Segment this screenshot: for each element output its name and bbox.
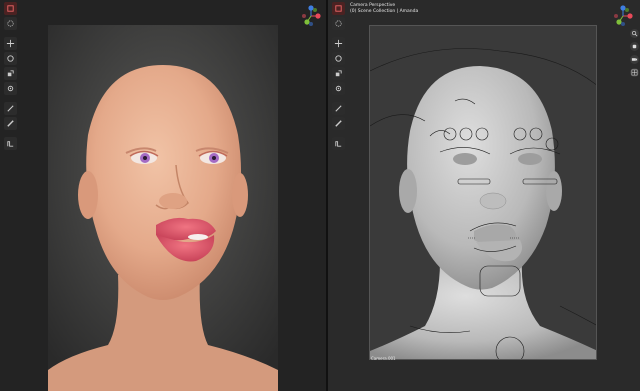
- cursor-icon: [335, 20, 342, 27]
- measure-icon: [335, 120, 342, 127]
- measure-icon: [7, 120, 14, 127]
- axis-gizmo[interactable]: [611, 4, 635, 28]
- move-icon: [334, 39, 343, 48]
- collection-label: (0) Scene Collection | Amanda: [350, 9, 419, 14]
- grid-view-button[interactable]: [630, 68, 639, 77]
- hand-icon: [632, 44, 637, 49]
- camera-frame: [369, 25, 597, 360]
- axis-gizmo[interactable]: [299, 4, 323, 28]
- measure-tool[interactable]: [332, 117, 345, 130]
- annotate-tool[interactable]: [332, 102, 345, 115]
- rotate-tool[interactable]: [4, 52, 17, 65]
- add-cube-tool[interactable]: [4, 137, 17, 150]
- add-cube-icon: [7, 141, 14, 147]
- zoom-icon: [631, 30, 638, 37]
- transform-tool[interactable]: [4, 82, 17, 95]
- annotate-tool[interactable]: [4, 102, 17, 115]
- clay-head-model: [370, 26, 596, 359]
- rotate-tool[interactable]: [332, 52, 345, 65]
- scale-tool[interactable]: [332, 67, 345, 80]
- camera-icon: [631, 58, 638, 61]
- add-cube-icon: [335, 141, 342, 147]
- rotate-icon: [335, 55, 342, 62]
- select-box-tool[interactable]: [332, 2, 345, 15]
- scale-icon: [7, 70, 14, 77]
- render-frame: [48, 25, 278, 391]
- measure-tool[interactable]: [4, 117, 17, 130]
- cursor-tool[interactable]: [4, 17, 17, 30]
- camera-view-button[interactable]: [630, 55, 639, 64]
- move-tool[interactable]: [4, 37, 17, 50]
- scale-tool[interactable]: [4, 67, 17, 80]
- left-toolbar: [4, 2, 18, 150]
- solid-viewport[interactable]: Camera Perspective (0) Scene Collection …: [326, 0, 640, 391]
- transform-tool[interactable]: [332, 82, 345, 95]
- nav-controls: [630, 29, 640, 77]
- move-icon: [6, 39, 15, 48]
- annotate-icon: [7, 105, 14, 112]
- rendered-viewport[interactable]: [0, 0, 326, 391]
- zoom-button[interactable]: [630, 29, 639, 38]
- rotate-icon: [7, 55, 14, 62]
- select-box-tool[interactable]: [4, 2, 17, 15]
- grid-icon: [631, 69, 638, 76]
- scale-icon: [335, 70, 342, 77]
- annotate-icon: [335, 105, 342, 112]
- transform-icon: [335, 85, 342, 92]
- cursor-icon: [7, 20, 14, 27]
- select-box-icon: [7, 5, 14, 12]
- transform-icon: [7, 85, 14, 92]
- select-box-icon: [335, 5, 342, 12]
- right-toolbar: [332, 2, 346, 150]
- portrait-render: [48, 25, 278, 391]
- move-tool[interactable]: [332, 37, 345, 50]
- camera-name: Camera.001: [371, 356, 396, 361]
- add-cube-tool[interactable]: [332, 137, 345, 150]
- pan-button[interactable]: [630, 42, 639, 51]
- blender-app: Camera Perspective (0) Scene Collection …: [0, 0, 640, 391]
- cursor-tool[interactable]: [332, 17, 345, 30]
